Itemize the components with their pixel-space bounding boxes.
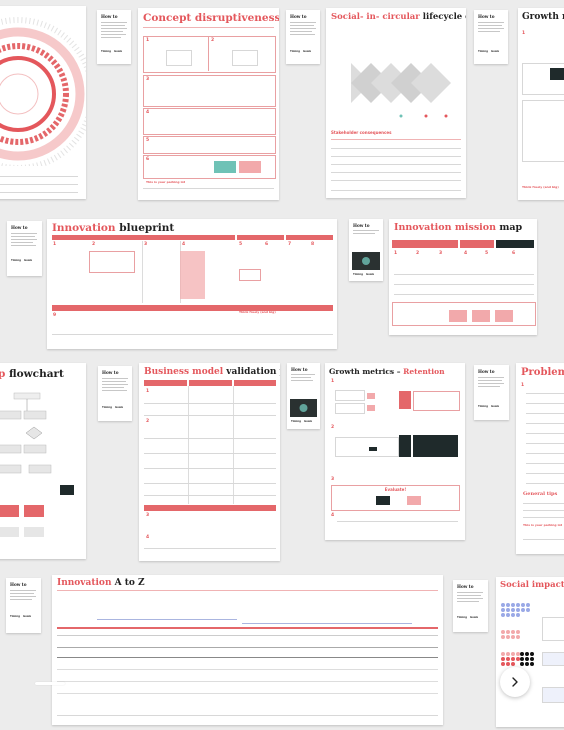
howto-card[interactable]: How to Timing Goals — [6, 578, 41, 633]
play-icon — [362, 257, 370, 265]
circular-diagram — [0, 17, 86, 166]
howto-timing: Timing — [290, 50, 300, 53]
howto-card[interactable]: How to Timing Goals — [97, 10, 131, 64]
howto-timing: Timing — [11, 259, 21, 262]
howto-title: How to — [291, 367, 308, 372]
section-title: General tips — [523, 491, 558, 497]
howto-goals: Goals — [491, 405, 500, 408]
board-title: Innovation A to Z — [57, 578, 145, 588]
board-title: Problem — [521, 367, 564, 378]
board-title: Social impact whe — [500, 580, 564, 590]
innovation-mission-map-board[interactable]: Innovation mission map 123456 — [389, 219, 537, 335]
social-impact-board[interactable]: Social impact whe — [496, 577, 564, 727]
think-freely-label: Think freely (and big) — [239, 310, 276, 314]
howto-timing: Timing — [291, 420, 301, 423]
board-title: Concept disruptiveness test — [143, 12, 279, 24]
circular-diagram-board[interactable] — [0, 6, 86, 199]
howto-card[interactable]: How to Timing Goals — [349, 219, 383, 281]
business-model-validation-board[interactable]: Business model validation plan 12 3 4 — [139, 363, 280, 561]
growth-metrics-retention-board[interactable]: Growth metrics – Retention 1 2 3 Evaluat… — [325, 363, 465, 540]
evaluate-box: Evaluate! — [331, 485, 460, 511]
howto-goals: Goals — [366, 273, 375, 276]
howto-timing: Timing — [102, 406, 112, 409]
howto-timing: Timing — [10, 615, 20, 618]
board-title: Growth me — [522, 12, 564, 22]
howto-title: How to — [10, 582, 27, 587]
howto-card[interactable]: How to Timing Goals — [453, 580, 488, 632]
board-title: Innovation blueprint — [52, 222, 175, 234]
video-thumbnail[interactable] — [352, 252, 380, 270]
howto-title: How to — [102, 370, 119, 375]
scroll-progress-bar[interactable] — [35, 682, 65, 685]
board-title: Innovation mission map — [394, 222, 523, 233]
concept-disruptiveness-board[interactable]: Concept disruptiveness test 12 3 4 5 6 T… — [138, 8, 279, 200]
howto-title: How to — [101, 14, 118, 19]
howto-card[interactable]: How to Timing Goals — [287, 363, 320, 429]
innovation-blueprint-board[interactable]: Innovation blueprint 12345678 9 Think fr… — [47, 219, 337, 349]
howto-title: How to — [290, 14, 307, 19]
howto-timing: Timing — [478, 405, 488, 408]
howto-card[interactable]: How to Timing Goals — [7, 221, 42, 276]
board-title: Business model validation plan — [144, 367, 280, 377]
think-freely-label: Think freely (and big) — [522, 185, 559, 189]
innovation-a-to-z-board[interactable]: Innovation A to Z — [52, 575, 443, 725]
howto-card[interactable]: How to Timing Goals — [98, 366, 132, 421]
howto-goals: Goals — [303, 50, 312, 53]
howto-title: How to — [457, 584, 474, 589]
parking-lot-label: This is your parking lot — [146, 180, 186, 184]
howto-goals: Goals — [24, 259, 33, 262]
lifecycle-diagram — [351, 63, 451, 118]
howto-title: How to — [478, 369, 495, 374]
growth-metrics-board[interactable]: Growth me 1 Think freely (and big) — [518, 8, 564, 200]
howto-timing: Timing — [101, 50, 111, 53]
howto-goals: Goals — [470, 616, 479, 619]
howto-title: How to — [11, 225, 28, 230]
section-title: Stakeholder consequences — [331, 130, 392, 135]
howto-timing: Timing — [478, 50, 488, 53]
howto-title: How to — [478, 14, 495, 19]
social-circular-board[interactable]: Social- in- circular lifecycle diagram S… — [326, 8, 466, 198]
howto-goals: Goals — [115, 406, 124, 409]
howto-card[interactable]: How to Timing Goals — [474, 365, 509, 420]
play-icon — [299, 404, 308, 412]
howto-goals: Goals — [23, 615, 32, 618]
parking-lot-label: This is your parking lot — [523, 523, 563, 527]
howto-timing: Timing — [457, 616, 467, 619]
board-title: Growth metrics – Retention — [329, 367, 445, 376]
video-thumbnail[interactable] — [290, 399, 317, 417]
howto-title: How to — [353, 223, 370, 228]
chevron-right-icon — [512, 677, 518, 687]
howto-goals: Goals — [491, 50, 500, 53]
evaluate-label: Evaluate! — [384, 487, 407, 492]
howto-goals: Goals — [114, 50, 123, 53]
board-title: p flowchart — [0, 368, 64, 380]
flowchart-board[interactable]: p flowchart — [0, 363, 86, 559]
problem-board[interactable]: Problem 1 General tips This is your park… — [516, 363, 564, 554]
howto-card[interactable]: How to Timing Goals — [474, 10, 508, 64]
next-button[interactable] — [500, 667, 530, 697]
board-title: Social- in- circular lifecycle diagram — [331, 12, 466, 22]
flowchart-diagram — [0, 392, 74, 537]
howto-card[interactable]: How to Timing Goals — [286, 10, 320, 64]
howto-goals: Goals — [304, 420, 313, 423]
howto-timing: Timing — [353, 273, 363, 276]
